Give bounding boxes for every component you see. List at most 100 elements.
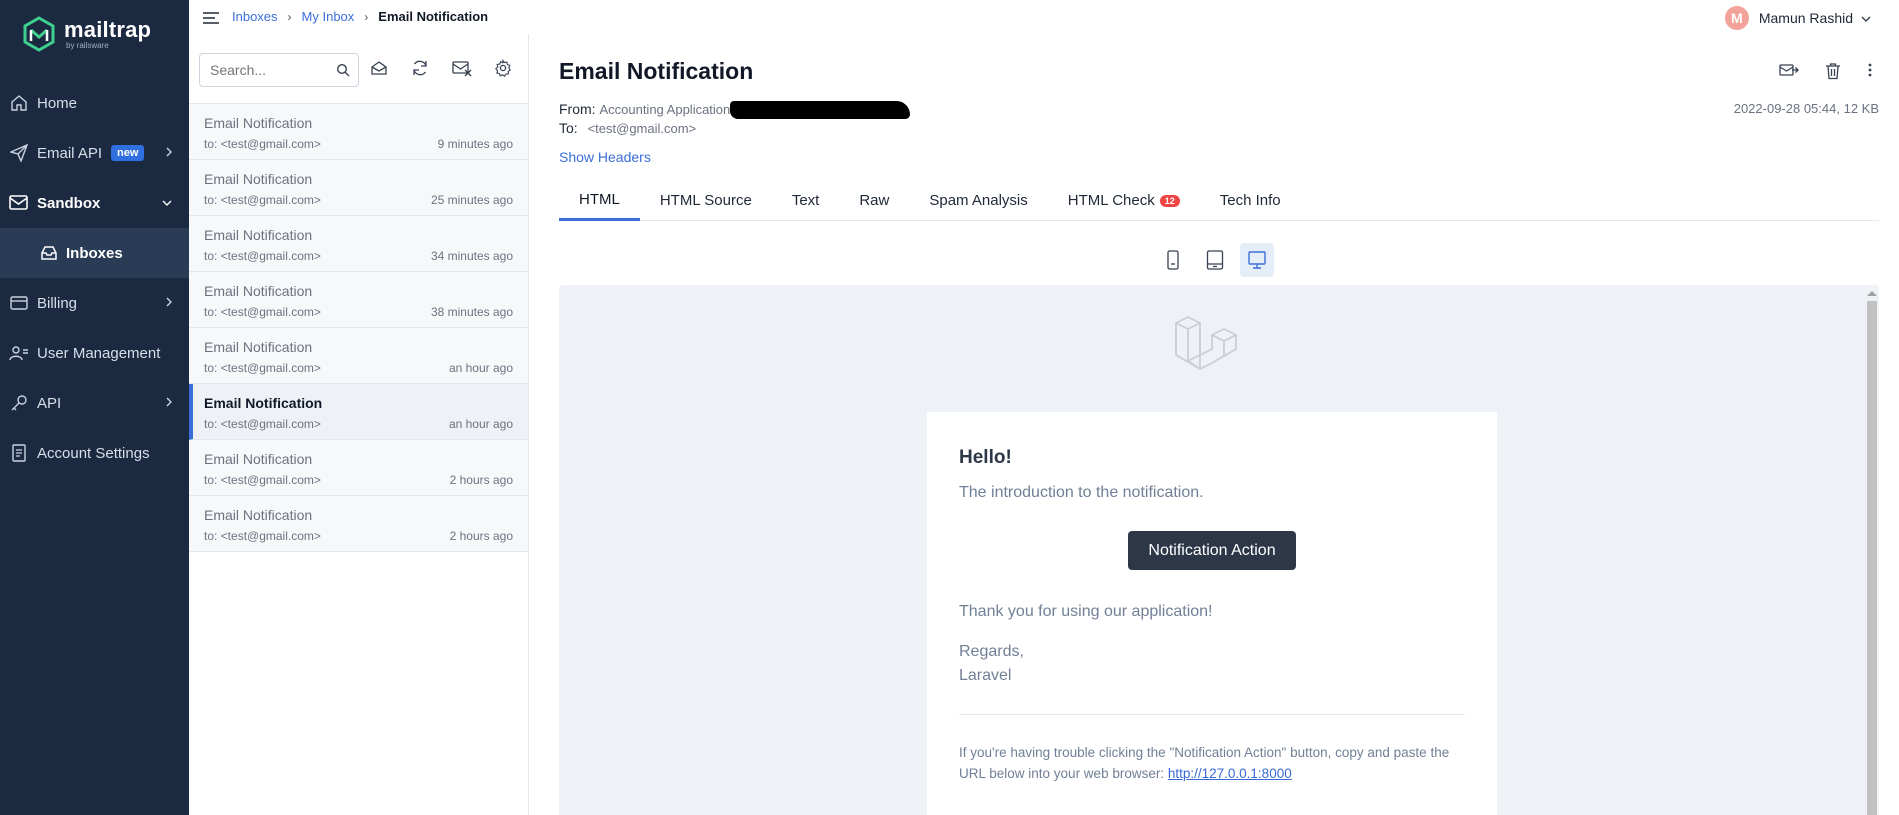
mobile-view-icon[interactable] (1156, 243, 1190, 277)
breadcrumb-inboxes[interactable]: Inboxes (232, 9, 278, 24)
message-time: 38 minutes ago (430, 305, 513, 319)
preview-scrollbar[interactable] (1865, 291, 1877, 815)
message-list-item[interactable]: Email Notification to: <test@gmail.com> … (189, 216, 528, 272)
message-time: 25 minutes ago (430, 193, 513, 207)
message-recipient: to: <test@gmail.com> (204, 305, 321, 319)
message-list-item[interactable]: Email Notification to: <test@gmail.com> … (189, 496, 528, 552)
message-list-item-selected[interactable]: Email Notification to: <test@gmail.com> … (189, 384, 528, 440)
message-actions (1779, 62, 1873, 80)
more-options-icon[interactable] (1867, 62, 1873, 80)
sidebar-item-label: API (37, 394, 62, 412)
search-box (199, 53, 359, 87)
tab-raw[interactable]: Raw (839, 180, 909, 221)
message-subject: Email Notification (204, 451, 313, 467)
message-date-size: 2022-09-28 05:44, 12 KB (1733, 101, 1879, 116)
sidebar-item-email-api[interactable]: Email API new (0, 128, 189, 178)
email-subcopy: If you're having trouble clicking the "N… (959, 742, 1465, 784)
forward-email-icon[interactable] (1779, 62, 1799, 80)
brand-sub: by railsware (66, 40, 109, 50)
refresh-icon[interactable] (411, 59, 429, 82)
message-recipient: to: <test@gmail.com> (204, 193, 321, 207)
tab-label: HTML Source (659, 192, 752, 209)
sidebar-item-inboxes[interactable]: Inboxes (0, 228, 189, 278)
search-icon[interactable] (336, 63, 350, 82)
avatar: M (1724, 6, 1749, 30)
message-subject: Email Notification (204, 227, 313, 243)
tab-html-check[interactable]: HTML Check 12 (1048, 180, 1200, 221)
sidebar-item-sandbox[interactable]: Sandbox (0, 178, 189, 228)
trash-icon[interactable] (1825, 62, 1841, 80)
chevron-right-icon (165, 295, 173, 312)
mailtrap-logo-icon (23, 16, 55, 52)
search-input[interactable] (200, 62, 328, 78)
message-subject: Email Notification (204, 395, 323, 411)
email-url-link[interactable]: http://127.0.0.1:8000 (1168, 766, 1292, 781)
message-subject: Email Notification (204, 339, 313, 355)
message-meta: From: Accounting Application To: <test@g… (559, 100, 911, 138)
breadcrumb-my-inbox[interactable]: My Inbox (302, 9, 355, 24)
email-signature: Laravel (959, 667, 1012, 684)
message-time: 2 hours ago (449, 473, 513, 487)
message-list-item[interactable]: Email Notification to: <test@gmail.com> … (189, 272, 528, 328)
message-list-item[interactable]: Email Notification to: <test@gmail.com> … (189, 440, 528, 496)
breadcrumb-separator: › (287, 9, 292, 24)
chevron-right-icon (165, 145, 173, 162)
message-recipient: to: <test@gmail.com> (204, 473, 321, 487)
clear-inbox-icon[interactable] (452, 59, 472, 82)
to-value: <test@gmail.com> (587, 121, 697, 137)
gear-icon[interactable] (494, 58, 512, 82)
list-toolbar (189, 34, 528, 104)
message-title: Email Notification (559, 58, 754, 84)
sandbox-icon (8, 192, 30, 214)
message-list-item[interactable]: Email Notification to: <test@gmail.com> … (189, 328, 528, 384)
email-preview: Hello! The introduction to the notificat… (559, 285, 1879, 815)
tab-tech-info[interactable]: Tech Info (1200, 180, 1301, 221)
sidebar-item-billing[interactable]: Billing (0, 278, 189, 328)
hamburger-menu-icon[interactable] (203, 11, 219, 29)
tab-text[interactable]: Text (772, 180, 840, 221)
show-headers-link[interactable]: Show Headers (559, 149, 651, 165)
email-body-card: Hello! The introduction to the notificat… (927, 412, 1497, 815)
laravel-logo-icon (1175, 316, 1237, 370)
sidebar-item-user-management[interactable]: User Management (0, 328, 189, 378)
tab-label: Text (791, 192, 820, 209)
message-tabs: HTML HTML Source Text Raw Spam Analysis … (559, 180, 1879, 221)
breadcrumb-separator: › (364, 9, 369, 24)
notification-action-button[interactable]: Notification Action (1128, 531, 1296, 570)
desktop-view-icon[interactable] (1240, 243, 1274, 277)
message-recipient: to: <test@gmail.com> (204, 361, 321, 375)
user-name: Mamun Rashid (1758, 10, 1853, 26)
sidebar-nav: Home Email API new Sandbox Inboxes Billi… (0, 78, 189, 478)
message-list-item[interactable]: Email Notification to: <test@gmail.com> … (189, 104, 528, 160)
tab-html[interactable]: HTML (559, 180, 640, 221)
scrollbar-thumb[interactable] (1867, 301, 1877, 815)
mailtrap-logo[interactable]: mailtrap by railsware (22, 16, 151, 52)
sidebar-item-account-settings[interactable]: Account Settings (0, 428, 189, 478)
tab-spam-analysis[interactable]: Spam Analysis (909, 180, 1047, 221)
mark-read-icon[interactable] (370, 59, 388, 82)
user-menu[interactable]: M Mamun Rashid (1724, 6, 1871, 30)
sidebar-item-label: Sandbox (37, 194, 101, 212)
breadcrumb-current: Email Notification (378, 9, 489, 24)
sidebar-item-home[interactable]: Home (0, 78, 189, 128)
device-switcher (1156, 243, 1274, 277)
sidebar-item-label: Email API (37, 144, 103, 162)
chevron-down-icon (161, 195, 173, 212)
document-icon (8, 442, 30, 464)
message-time: 2 hours ago (449, 529, 513, 543)
scroll-up-arrow-icon[interactable] (1867, 291, 1877, 296)
redacted-address (730, 101, 911, 120)
divider (959, 714, 1465, 715)
chevron-right-icon (165, 395, 173, 412)
key-icon (8, 392, 30, 414)
from-label: From: (559, 101, 596, 117)
tablet-view-icon[interactable] (1198, 243, 1232, 277)
users-icon (8, 342, 30, 364)
message-time: an hour ago (448, 417, 513, 431)
to-label: To: (559, 120, 578, 137)
chevron-down-icon (1861, 10, 1871, 26)
message-list-item[interactable]: Email Notification to: <test@gmail.com> … (189, 160, 528, 216)
new-badge: new (111, 145, 145, 161)
tab-html-source[interactable]: HTML Source (640, 180, 772, 221)
sidebar-item-api[interactable]: API (0, 378, 189, 428)
